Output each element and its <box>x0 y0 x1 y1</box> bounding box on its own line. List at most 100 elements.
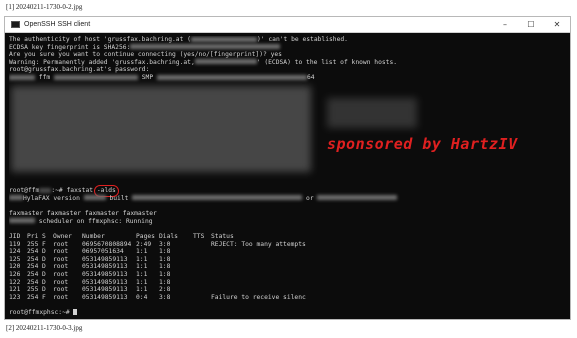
table-cell-owner: root <box>53 240 69 248</box>
maximize-button[interactable]: ☐ <box>518 17 544 32</box>
table-header-state: Status <box>211 233 234 240</box>
table-header-pages: Pages <box>136 233 155 240</box>
table-cell-pages: 1:1 <box>136 248 148 256</box>
table-cell-pri: 254 <box>27 278 39 286</box>
redacted-block <box>327 98 417 128</box>
terminal-line: Are you sure you want to continue connec… <box>9 51 282 59</box>
table-header-pri: Pri <box>27 233 39 240</box>
minimize-button[interactable]: – <box>492 17 518 32</box>
terminal-line: HylaFAX version built or <box>9 195 398 203</box>
table-cell-status: REJECT: Too many attempts <box>211 240 306 248</box>
table-cell-owner: root <box>53 271 69 278</box>
redacted-text <box>83 195 106 201</box>
cursor <box>73 309 78 315</box>
redacted-text <box>132 195 303 201</box>
table-cell-jid: 126 <box>9 271 21 278</box>
redacted-text <box>39 187 52 193</box>
table-cell-jid: 124 <box>9 248 21 256</box>
window-controls: – ☐ ✕ <box>492 17 570 32</box>
table-cell-jid: 120 <box>9 263 21 271</box>
sponsor-watermark: sponsored by HartzIV <box>327 135 518 153</box>
scheduler-status: scheduler on ffmxphsc: Running <box>9 218 153 226</box>
table-cell-owner: root <box>53 286 69 294</box>
table-cell-pages: 0:4 <box>136 293 148 301</box>
command-line: root@ffm:~# faxstat -alds <box>9 185 119 197</box>
table-header-tts: TTS <box>193 233 205 240</box>
table-header-jid: JID <box>9 233 21 240</box>
table-cell-number: 053149859113 <box>82 293 128 301</box>
table-header-dials: Dials <box>159 233 178 240</box>
terminal-output[interactable]: The authenticity of host 'grussfax.bachr… <box>9 36 566 317</box>
table-cell-s: D <box>42 263 46 271</box>
table-cell-pages: 1:1 <box>136 263 148 271</box>
table-cell-pages: 1:1 <box>136 278 148 286</box>
redacted-text <box>130 44 281 50</box>
table-cell-s: D <box>42 271 46 278</box>
table-cell-owner: root <box>53 278 69 286</box>
table-cell-s: F <box>42 293 46 301</box>
redacted-text <box>9 218 35 224</box>
table-cell-number: 053149859113 <box>82 286 128 294</box>
table-cell-owner: root <box>53 263 69 271</box>
table-cell-pri: 254 <box>27 263 39 271</box>
table-cell-number: 0695670808894 <box>82 240 132 248</box>
redacted-text <box>194 59 257 65</box>
redacted-block <box>11 86 311 172</box>
redacted-text <box>190 36 257 42</box>
table-cell-number: 06957051634 <box>82 248 124 256</box>
table-cell-pri: 254 <box>27 255 39 263</box>
table-cell-jid: 119 <box>9 240 21 248</box>
terminal-icon <box>11 21 20 28</box>
terminal-line: The authenticity of host 'grussfax.bachr… <box>9 36 348 43</box>
table-cell-s: D <box>42 255 46 263</box>
table-cell-s: F <box>42 240 46 248</box>
table-cell-number: 053149859113 <box>82 263 128 271</box>
table-cell-pri: 254 <box>27 248 39 256</box>
modem-list: faxmaster faxmaster faxmaster faxmaster <box>9 210 157 217</box>
table-cell-status: Failure to receive silenc <box>211 293 306 301</box>
table-cell-pri: 255 <box>27 240 39 248</box>
table-cell-pri: 254 <box>27 271 39 278</box>
terminal-line: root@grussfax.bachring.at's password: <box>9 66 150 74</box>
table-header-owner: Owner <box>53 233 72 240</box>
table-cell-pages: 2:49 <box>136 240 152 248</box>
table-cell-pages: 1:1 <box>136 271 148 278</box>
table-cell-dials: 1:8 <box>159 263 171 271</box>
redacted-text <box>317 195 398 201</box>
table-cell-owner: root <box>53 255 69 263</box>
table-cell-pages: 1:1 <box>136 255 148 263</box>
table-cell-owner: root <box>53 248 69 256</box>
terminal-line: ECDSA key fingerprint is SHA256: <box>9 44 281 52</box>
table-cell-number: 053149859113 <box>82 278 128 286</box>
table-cell-dials: 3:8 <box>159 293 171 301</box>
table-cell-s: D <box>42 278 46 286</box>
table-cell-s: D <box>42 248 46 256</box>
table-cell-pri: 254 <box>27 293 39 301</box>
table-header-number: Number <box>82 233 105 240</box>
final-prompt[interactable]: root@ffmxphsc:~# <box>9 309 78 317</box>
table-cell-pri: 255 <box>27 286 39 294</box>
window-title: OpenSSH SSH client <box>24 21 91 28</box>
redacted-text <box>156 74 307 80</box>
table-cell-dials: 2:8 <box>159 286 171 294</box>
terminal-line: Warning: Permanently added 'grussfax.bac… <box>9 58 398 66</box>
table-cell-pages: 1:1 <box>136 286 148 294</box>
redacted-text <box>53 74 138 80</box>
highlighted-flag: -alds <box>93 185 119 197</box>
table-cell-jid: 125 <box>9 255 21 263</box>
table-header-status: S <box>42 233 46 240</box>
table-cell-dials: 1:8 <box>159 271 171 278</box>
image-caption-bottom: [2] 20240211-1730-0-3.jpg <box>6 324 83 332</box>
table-cell-number: 053149859113 <box>82 271 128 278</box>
table-cell-owner: root <box>53 293 69 301</box>
terminal-line: ffm SMP 64 <box>9 74 315 82</box>
table-cell-jid: 121 <box>9 286 21 294</box>
table-cell-number: 053149859113 <box>82 255 128 263</box>
table-cell-dials: 1:8 <box>159 255 171 263</box>
window-titlebar: OpenSSH SSH client – ☐ ✕ <box>5 17 570 33</box>
table-cell-dials: 1:8 <box>159 278 171 286</box>
table-cell-jid: 122 <box>9 278 21 286</box>
close-button[interactable]: ✕ <box>544 17 570 32</box>
table-cell-dials: 1:8 <box>159 248 171 256</box>
redacted-text <box>9 195 23 201</box>
